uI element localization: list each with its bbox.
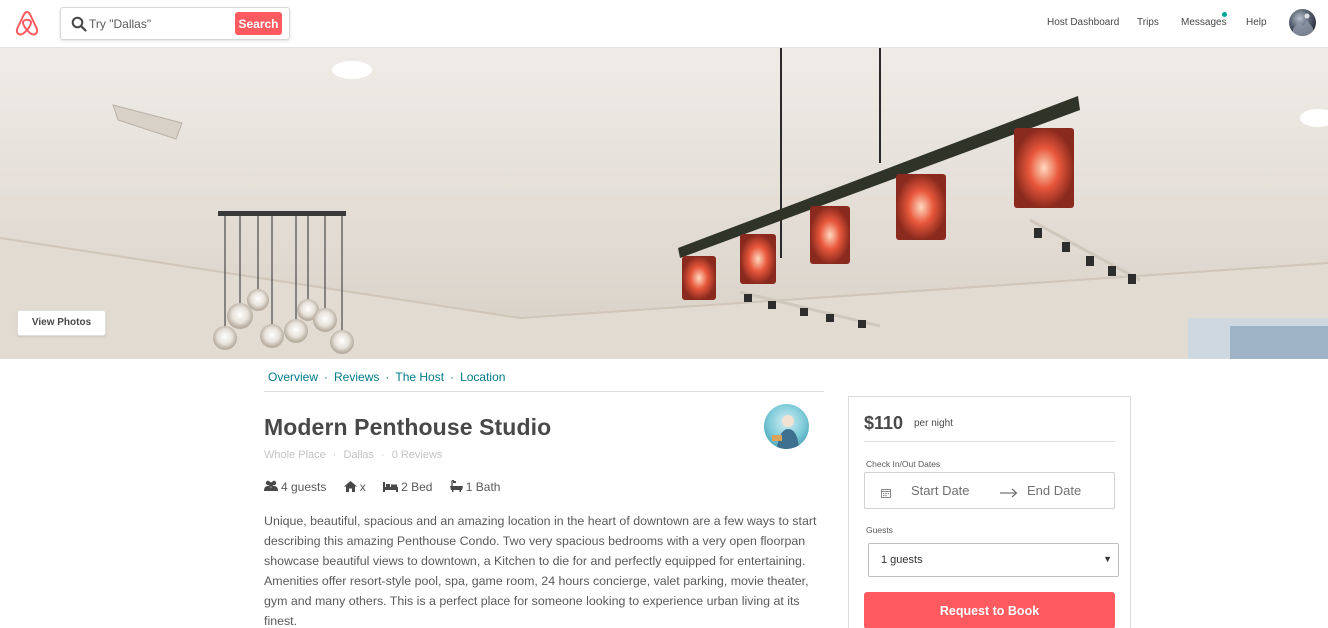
request-to-book-button[interactable]: Request to Book <box>864 592 1115 628</box>
guests-label: Guests <box>866 525 893 535</box>
amenity-bath-text: 1 Bath <box>465 480 501 494</box>
amenity-bath: 1 Bath <box>449 479 501 494</box>
amenity-guests-text: 4 guests <box>281 480 327 494</box>
guests-icon <box>264 480 278 491</box>
guests-selected-value: 1 guests <box>881 554 923 566</box>
user-avatar[interactable] <box>1289 9 1316 36</box>
meta-separator: · <box>381 449 385 461</box>
view-photos-button[interactable]: View Photos <box>17 310 106 336</box>
bed-icon <box>383 482 399 492</box>
nav-trips[interactable]: Trips <box>1137 17 1159 28</box>
nightly-price: $110 <box>864 413 904 433</box>
amenity-home-text: x <box>359 480 366 494</box>
dates-label: Check In/Out Dates <box>866 459 941 469</box>
listing-title: Modern Penthouse Studio <box>264 414 552 440</box>
subnav-the-host[interactable]: The Host <box>395 370 444 384</box>
amenity-guests: 4 guests <box>264 480 326 494</box>
section-nav: Overview · Reviews · The Host · Location <box>264 370 824 392</box>
amenity-bed: 2 Bed <box>383 480 432 494</box>
nav-host-dashboard[interactable]: Host Dashboard <box>1047 17 1119 28</box>
amenities-row: 4 guests x 2 Bed 1 Bath <box>264 479 514 494</box>
meta-separator: · <box>332 449 337 461</box>
top-header: Search Host Dashboard Trips Messages Hel… <box>0 0 1328 48</box>
subnav-separator: · <box>450 370 455 384</box>
amenity-bed-text: 2 Bed <box>401 480 433 494</box>
listing-city: Dallas <box>343 449 375 461</box>
subnav-separator: · <box>324 370 329 384</box>
search-button[interactable]: Search <box>235 12 282 35</box>
notification-dot <box>1222 12 1227 17</box>
start-date-input[interactable]: Start Date <box>911 483 970 498</box>
hero-photo[interactable]: View Photos <box>0 48 1328 359</box>
nav-help[interactable]: Help <box>1246 17 1267 28</box>
subnav-reviews[interactable]: Reviews <box>334 370 379 384</box>
end-date-input[interactable]: End Date <box>1027 483 1081 498</box>
subnav-separator: · <box>385 370 390 384</box>
price-divider <box>864 441 1115 442</box>
calendar-icon <box>881 485 891 503</box>
nav-messages[interactable]: Messages <box>1181 17 1227 28</box>
subnav-overview[interactable]: Overview <box>268 370 318 384</box>
search-icon <box>71 16 87 32</box>
amenity-home: x <box>343 480 366 494</box>
date-range-picker[interactable]: Start Date End Date <box>864 472 1115 509</box>
per-night-label: per night <box>914 418 953 429</box>
review-count: 0 Reviews <box>391 449 443 461</box>
search-input[interactable] <box>89 14 239 34</box>
airbnb-logo-icon[interactable] <box>14 9 40 37</box>
listing-description: Unique, beautiful, spacious and an amazi… <box>264 514 817 628</box>
arrow-right-icon <box>1000 485 1018 503</box>
place-type: Whole Place <box>264 449 326 461</box>
booking-panel: $110 per night Check In/Out Dates Start … <box>848 396 1131 628</box>
home-icon <box>343 481 357 492</box>
listing-meta: Whole Place · Dallas · 0 Reviews <box>264 449 442 461</box>
bath-icon <box>449 479 463 492</box>
host-avatar[interactable] <box>764 404 809 449</box>
caret-down-icon: ▼ <box>1103 554 1112 564</box>
guests-select[interactable]: 1 guests ▼ <box>868 543 1119 577</box>
search-bar: Search <box>60 7 290 40</box>
subnav-location[interactable]: Location <box>460 370 505 384</box>
